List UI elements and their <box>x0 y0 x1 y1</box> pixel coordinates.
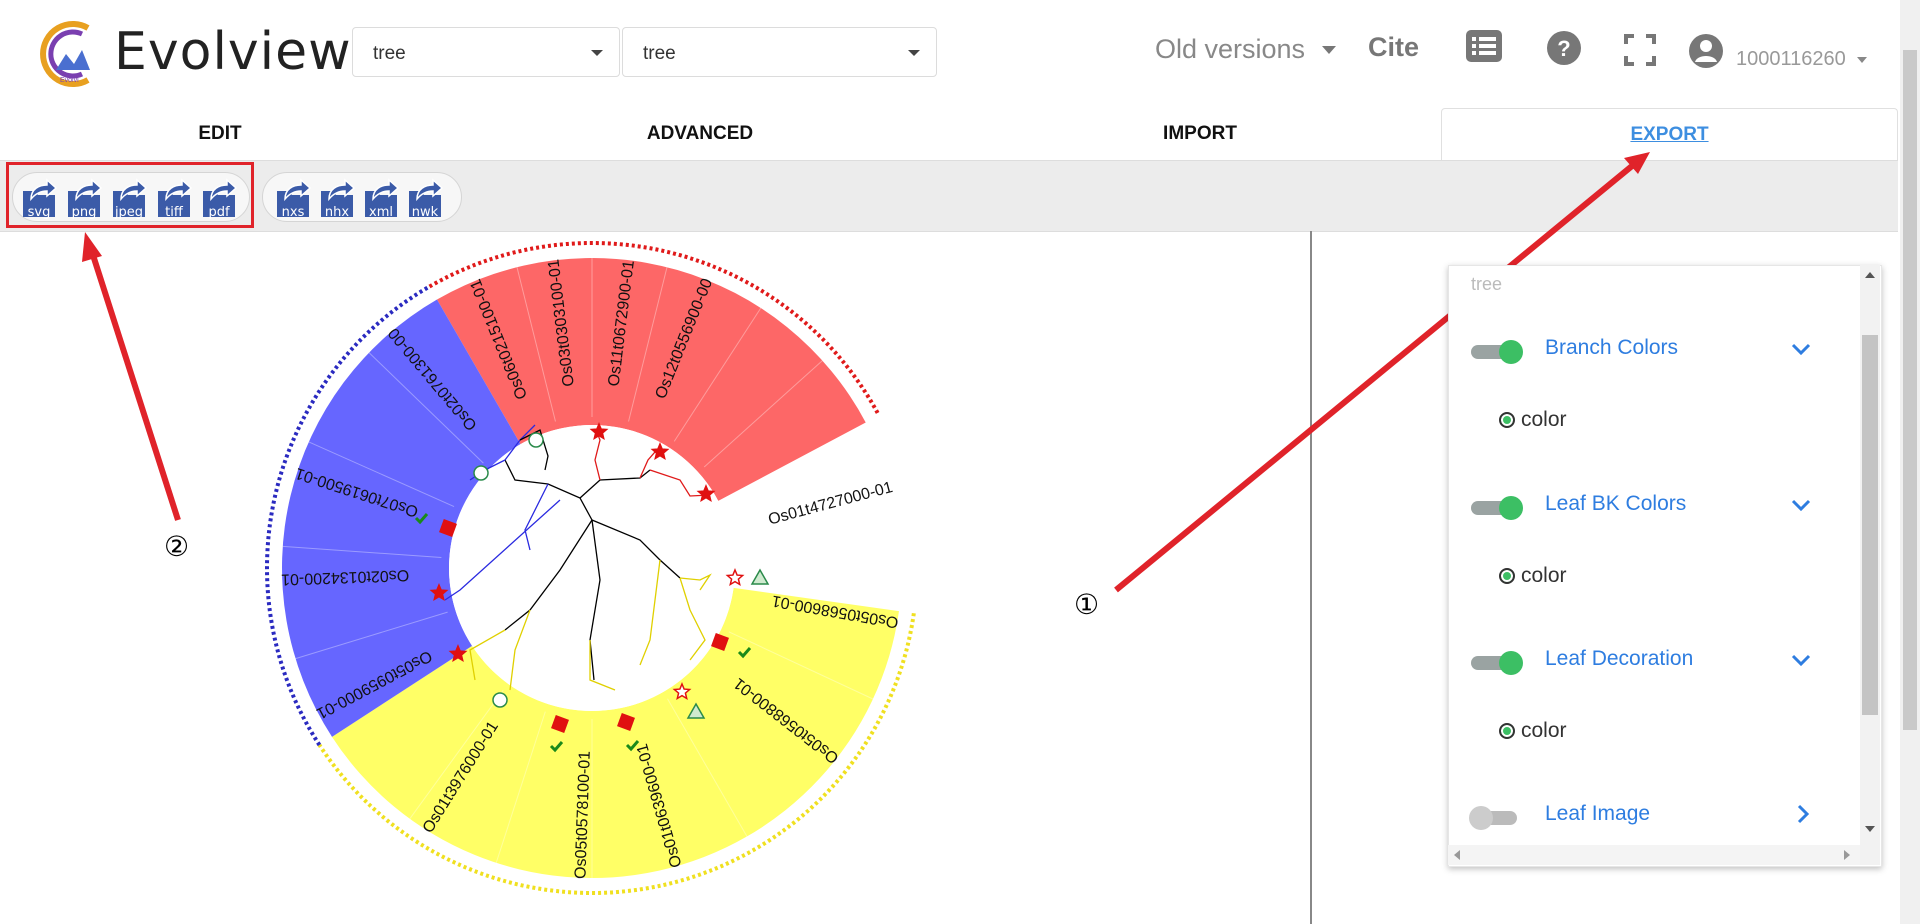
leaf-decoration-title[interactable]: Leaf Decoration <box>1545 647 1693 671</box>
panel-h-scrollbar[interactable] <box>1448 845 1860 865</box>
color-radio[interactable] <box>1499 412 1515 428</box>
export-format-label: nxs <box>281 205 305 220</box>
scroll-up-icon[interactable] <box>1864 270 1876 280</box>
circle-marker-icon <box>492 692 508 708</box>
chevron-down-icon[interactable] <box>1791 343 1811 357</box>
leaf-bk-colors-title[interactable]: Leaf BK Colors <box>1545 492 1686 516</box>
chevron-right-icon[interactable] <box>1797 804 1811 824</box>
leaf-decoration-color-label: color <box>1521 719 1567 742</box>
tab-edit[interactable]: EDIT <box>0 108 440 160</box>
toggle-knob[interactable] <box>1469 806 1493 830</box>
svg-text:Evolvi: Evolvi <box>60 77 79 84</box>
tree-export-group: nxs nhx xml nwk <box>262 172 462 222</box>
branch-color-label: color <box>1521 408 1567 431</box>
caret-down-icon <box>908 50 920 56</box>
color-radio[interactable] <box>1499 568 1515 584</box>
leaf-label: Os01t4727000-01 <box>766 479 894 529</box>
list-icon[interactable] <box>1466 30 1502 62</box>
scroll-left-icon[interactable] <box>1452 849 1462 861</box>
chevron-down-icon[interactable] <box>1791 499 1811 513</box>
cite-link[interactable]: Cite <box>1368 32 1419 63</box>
export-format-label: nwk <box>411 205 439 220</box>
leaf-bk-color-label: color <box>1521 564 1567 587</box>
svg-text:?: ? <box>1557 36 1570 61</box>
fullscreen-icon[interactable] <box>1624 34 1656 66</box>
caret-down-icon <box>591 50 603 56</box>
panel-scroll-thumb[interactable] <box>1862 335 1878 715</box>
caret-down-icon[interactable] <box>1857 57 1867 63</box>
tree-select-2-value: tree <box>643 43 676 64</box>
export-nxs-button[interactable]: nxs <box>273 177 313 220</box>
old-versions-menu[interactable]: Old versions <box>1155 34 1305 65</box>
chevron-down-icon[interactable] <box>1791 654 1811 668</box>
export-nhx-button[interactable]: nhx <box>317 177 357 220</box>
logo-icon: Evolvi <box>40 21 90 87</box>
user-avatar-icon[interactable] <box>1688 33 1724 69</box>
panel-divider[interactable] <box>1310 231 1312 924</box>
leaf-image-title[interactable]: Leaf Image <box>1545 802 1650 826</box>
tree-canvas: Os06t0215100-01 Os03t0303100-01 Os11t06729… <box>265 241 916 895</box>
export-xml-button[interactable]: xml <box>361 177 401 220</box>
help-icon[interactable]: ? <box>1546 30 1582 66</box>
username[interactable]: 1000116260 <box>1736 48 1846 71</box>
triangle-marker-icon <box>750 568 770 585</box>
toggle-knob[interactable] <box>1499 496 1523 520</box>
page-scroll-thumb[interactable] <box>1903 50 1917 730</box>
circle-marker-icon <box>528 432 544 448</box>
tree-select-1-value: tree <box>373 43 406 64</box>
toggle-knob[interactable] <box>1499 651 1523 675</box>
caret-down-icon[interactable] <box>1322 46 1336 54</box>
scroll-right-icon[interactable] <box>1842 849 1852 861</box>
highlight-box <box>6 162 254 228</box>
tab-export[interactable]: EXPORT <box>1441 108 1898 160</box>
circle-marker-icon <box>473 465 489 481</box>
export-format-label: nhx <box>324 205 350 220</box>
tab-advanced[interactable]: ADVANCED <box>440 108 960 160</box>
panel-tree-label: tree <box>1471 274 1503 294</box>
app-title: Evolview <box>114 22 352 82</box>
tab-import[interactable]: IMPORT <box>960 108 1440 160</box>
color-radio[interactable] <box>1499 723 1515 739</box>
toggle-knob[interactable] <box>1499 340 1523 364</box>
export-format-label: xml <box>369 205 393 220</box>
layers-panel: tree Branch Colors color Leaf BK Colors … <box>1448 265 1882 867</box>
tree-select-1[interactable]: tree <box>352 27 620 77</box>
export-nwk-button[interactable]: nwk <box>405 177 445 220</box>
scroll-down-icon[interactable] <box>1864 824 1876 834</box>
branch-colors-title[interactable]: Branch Colors <box>1545 336 1678 360</box>
tree-select-2[interactable]: tree <box>622 27 937 77</box>
